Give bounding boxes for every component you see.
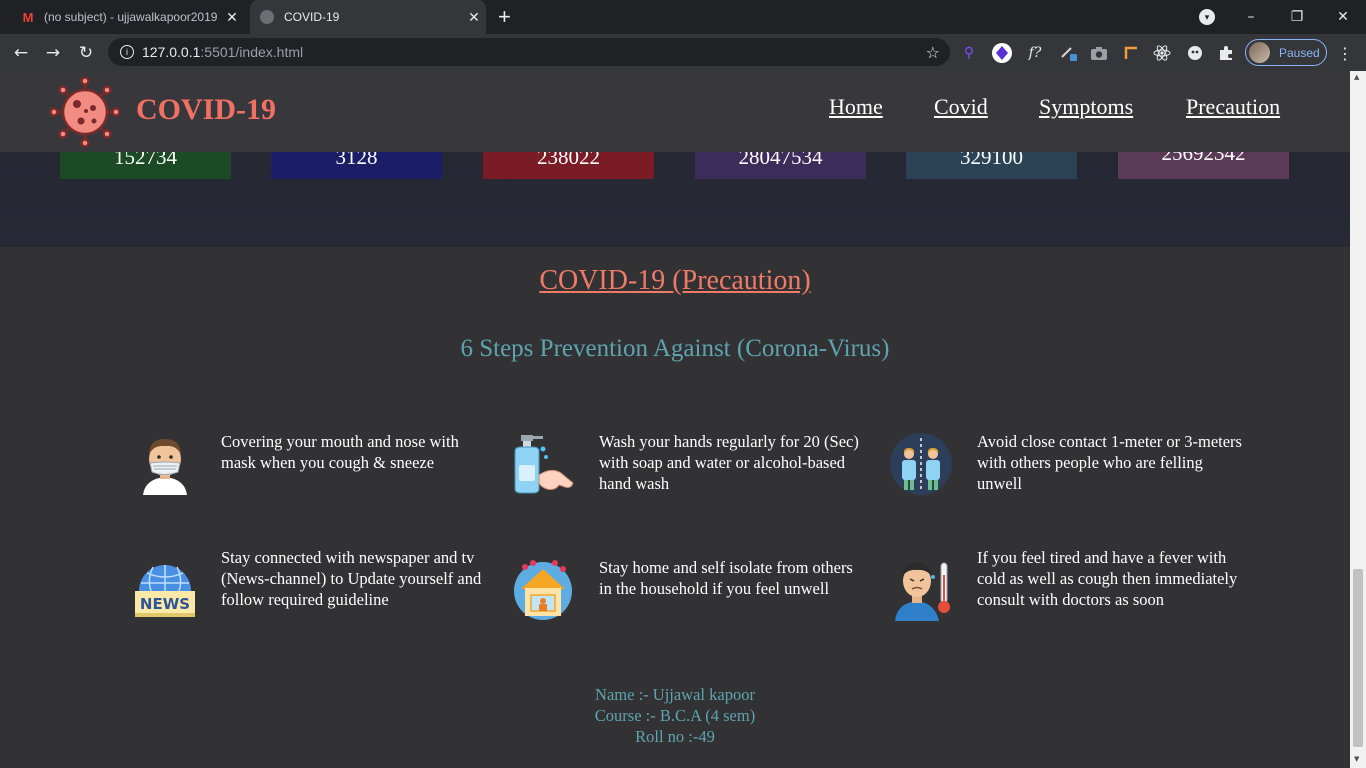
mask-icon [143,439,187,495]
gmail-icon: M [22,9,34,25]
virus-logo-icon [49,77,121,147]
tab-title: COVID-19 [284,10,340,24]
page-viewport: 152734 3128 238022 28047534 329100 25692… [0,71,1350,768]
color-extension-icon[interactable] [1184,42,1206,64]
precaution-step: NEWS Stay connected with newspaper and t… [133,547,493,647]
fever-icon [895,562,950,621]
nav-link-symptoms[interactable]: Symptoms [1039,94,1133,120]
address-bar[interactable]: i 127.0.0.1:5501/index.html ☆ [108,38,950,66]
step-text: If you feel tired and have a fever with … [977,548,1238,609]
social-distance-icon [890,433,952,495]
step-text: Stay connected with newspaper and tv (Ne… [221,548,482,609]
author-roll: Roll no :-49 [635,727,715,746]
close-window-button[interactable]: ✕ [1320,0,1366,34]
nav-link-home[interactable]: Home [829,94,883,120]
browser-tab-strip: M (no subject) - ujjawalkapoor2019 ✕ COV… [0,0,1366,34]
svg-text:NEWS: NEWS [140,595,190,613]
precaution-step: Stay home and self isolate from others i… [511,557,871,657]
hand-wash-icon [514,435,574,494]
reload-button[interactable]: ↻ [73,40,99,66]
tab-covid[interactable]: COVID-19 ✕ [250,0,486,34]
avatar [1249,42,1270,63]
forward-button[interactable]: → [40,40,66,66]
author-course: Course :- B.C.A (4 sem) [594,706,756,725]
precaution-step: Covering your mouth and nose with mask w… [133,431,493,531]
precaution-step: Avoid close contact 1-meter or 3-meters … [889,431,1249,531]
nav-link-covid[interactable]: Covid [934,94,988,120]
step-text: Stay home and self isolate from others i… [599,558,853,598]
scroll-down-icon[interactable]: ▼ [1354,755,1359,763]
stay-home-icon [514,560,572,620]
tab-search-icon[interactable]: ▾ [1199,9,1215,25]
profile-status: Paused [1279,45,1320,60]
profile-button[interactable]: Paused [1245,39,1327,66]
brand-title: COVID-19 [136,93,276,126]
bookmark-star-icon[interactable]: ☆ [926,43,940,62]
step-text: Wash your hands regularly for 20 (Sec) w… [599,432,859,493]
new-tab-button[interactable]: + [498,5,511,29]
author-name: Name :- Ujjawal kapoor [595,685,755,704]
tab-close-icon[interactable]: ✕ [462,9,486,26]
step-text: Covering your mouth and nose with mask w… [221,432,459,472]
precaution-step: Wash your hands regularly for 20 (Sec) w… [511,431,871,531]
page-scrollbar[interactable]: ▲ ▼ [1350,71,1366,768]
back-button[interactable]: ← [8,40,34,66]
search-extension-icon[interactable]: ⚲ [958,42,980,64]
globe-icon [260,10,274,24]
precaution-step: If you feel tired and have a fever with … [889,547,1249,647]
extensions-puzzle-icon[interactable] [1215,42,1237,64]
step-text: Avoid close contact 1-meter or 3-meters … [977,432,1242,493]
react-devtools-icon[interactable] [1151,42,1173,64]
tab-gmail[interactable]: M (no subject) - ujjawalkapoor2019 ✕ [8,0,244,34]
precaution-title: COVID-19 (Precaution) [539,265,811,296]
restore-button[interactable]: ❐ [1274,0,1320,34]
news-icon: NEWS [135,565,195,617]
author-footer: Name :- Ujjawal kapoor Course :- B.C.A (… [0,684,1350,747]
browser-toolbar: ← → ↻ i 127.0.0.1:5501/index.html ☆ ⚲ f?… [0,34,1366,71]
scroll-up-icon[interactable]: ▲ [1354,73,1359,81]
tab-close-icon[interactable]: ✕ [220,9,244,26]
info-icon[interactable]: i [120,45,134,59]
site-header: COVID-19 Home Covid Symptoms Precaution [0,71,1350,152]
picker-extension-icon[interactable] [1058,42,1080,64]
url-host: 127.0.0.1 [142,44,201,60]
menu-icon[interactable]: ⋮ [1334,42,1356,64]
extension-icon[interactable] [991,42,1013,64]
camera-extension-icon[interactable] [1088,42,1110,64]
tab-title: (no subject) - ujjawalkapoor2019 [44,10,218,24]
font-extension-icon[interactable]: f? [1024,42,1046,64]
precaution-subtitle: 6 Steps Prevention Against (Corona-Virus… [460,335,890,362]
minimize-button[interactable]: – [1228,0,1274,34]
ruler-extension-icon[interactable] [1120,42,1142,64]
url-path: :5501/index.html [200,44,304,60]
scrollbar-thumb[interactable] [1353,569,1363,747]
nav-link-precaution[interactable]: Precaution [1186,94,1280,120]
